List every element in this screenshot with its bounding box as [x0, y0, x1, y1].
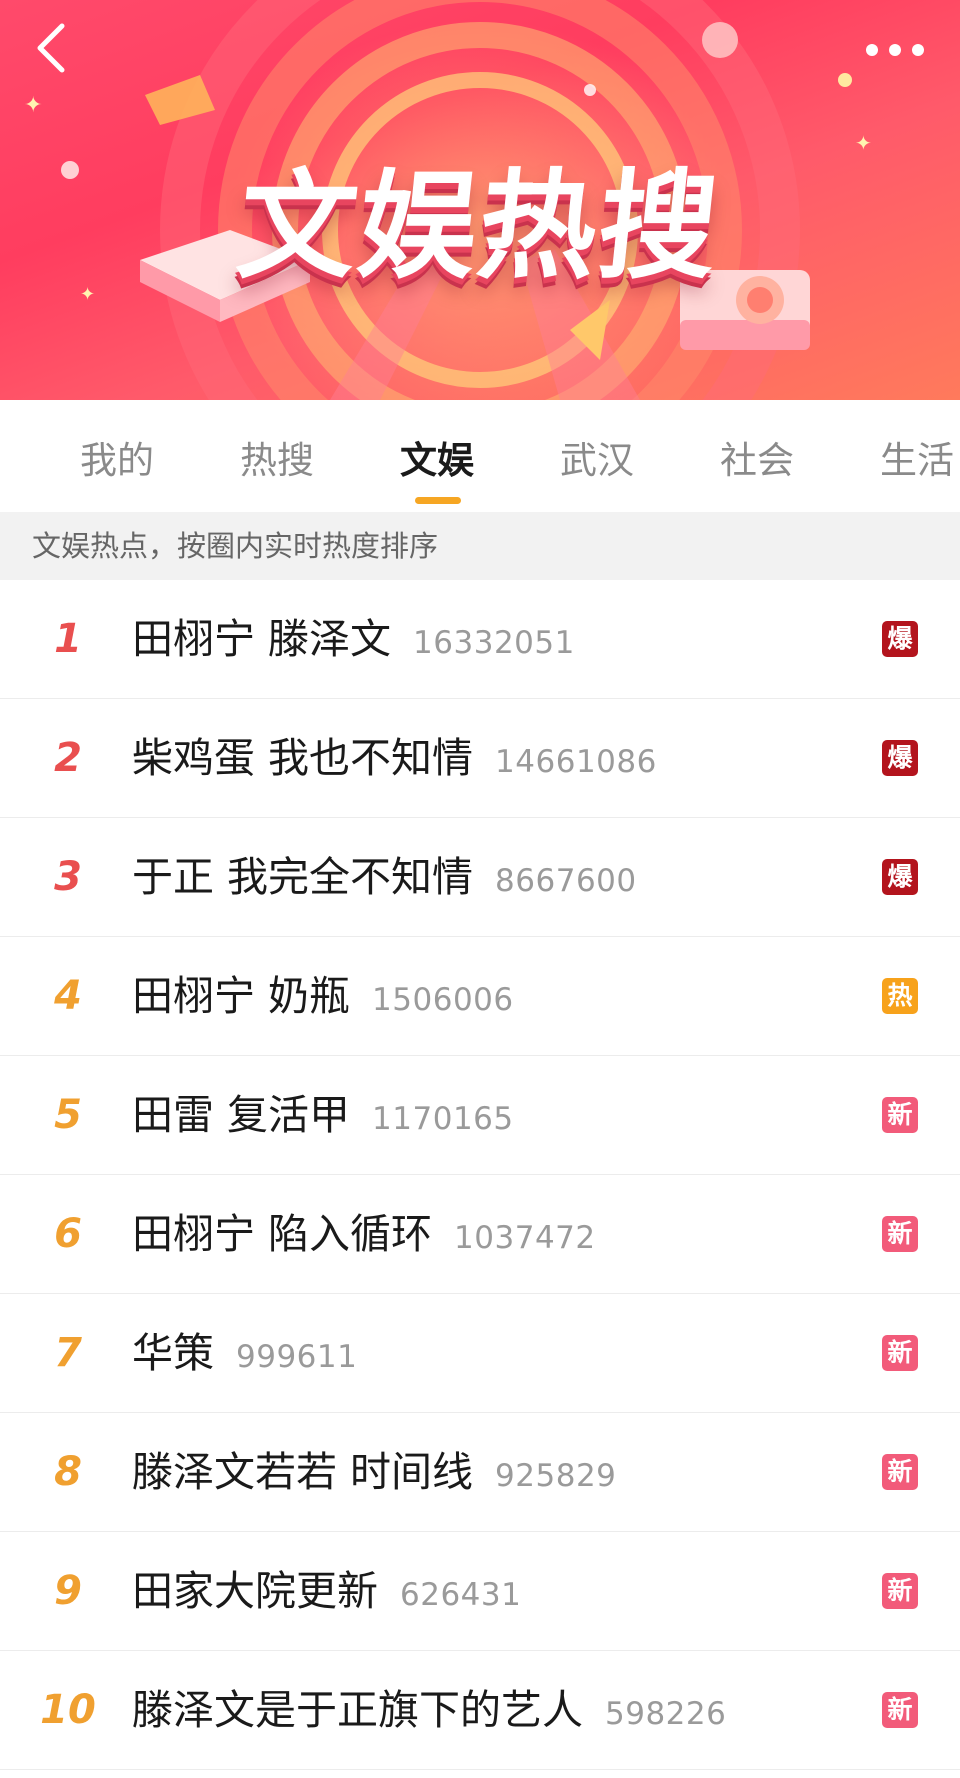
tab-life[interactable]: 生活	[880, 430, 954, 484]
heat-count: 14661086	[495, 744, 657, 780]
list-description: 文娱热点，按圈内实时热度排序	[0, 512, 960, 580]
new-badge: 新	[882, 1573, 918, 1609]
topic-title: 田雷 复活甲	[132, 1091, 351, 1139]
list-item[interactable]: 1 田栩宁 滕泽文 16332051 爆	[0, 580, 960, 699]
tab-mine[interactable]: 我的	[80, 430, 154, 484]
heat-count: 8667600	[495, 863, 637, 899]
new-badge: 新	[882, 1454, 918, 1490]
rank-number: 4	[54, 973, 82, 1019]
heat-count: 1170165	[372, 1101, 514, 1137]
rank-number: 8	[54, 1449, 82, 1495]
new-badge: 新	[882, 1692, 918, 1728]
tab-society[interactable]: 社会	[720, 430, 794, 484]
heat-count: 1506006	[372, 982, 514, 1018]
rank-number: 7	[54, 1330, 82, 1376]
new-badge: 新	[882, 1216, 918, 1252]
list-item[interactable]: 6 田栩宁 陷入循环 1037472 新	[0, 1175, 960, 1294]
heat-count: 598226	[605, 1696, 727, 1732]
list-item[interactable]: 10 滕泽文是于正旗下的艺人 598226 新	[0, 1651, 960, 1770]
heat-count: 999611	[236, 1339, 358, 1375]
explode-badge: 爆	[882, 859, 918, 895]
tab-wuhan[interactable]: 武汉	[560, 430, 634, 484]
more-dots-icon	[866, 44, 924, 56]
active-tab-indicator	[415, 497, 461, 504]
hot-badge: 热	[882, 978, 918, 1014]
topic-title: 田栩宁 滕泽文	[132, 615, 392, 663]
rank-number: 3	[54, 854, 82, 900]
list-item[interactable]: 4 田栩宁 奶瓶 1506006 热	[0, 937, 960, 1056]
heat-count: 925829	[495, 1458, 617, 1494]
list-item[interactable]: 7 华策 999611 新	[0, 1294, 960, 1413]
heat-count: 1037472	[454, 1220, 596, 1256]
rank-number: 9	[54, 1568, 82, 1614]
category-tabs: 我的 热搜 文娱 武汉 社会 生活	[0, 400, 960, 512]
svg-text:✦: ✦	[24, 93, 42, 118]
banner: ✦ ✦ ✦ 文娱热搜	[0, 0, 960, 400]
topic-title: 于正 我完全不知情	[132, 853, 474, 901]
tab-entertainment[interactable]: 文娱	[400, 430, 474, 484]
hot-search-list: 1 田栩宁 滕泽文 16332051 爆 2 柴鸡蛋 我也不知情 14661086 …	[0, 580, 960, 1770]
topic-title: 滕泽文是于正旗下的艺人	[132, 1686, 583, 1734]
list-item[interactable]: 8 滕泽文若若 时间线 925829 新	[0, 1413, 960, 1532]
rank-number: 6	[54, 1211, 82, 1257]
topic-title: 华策	[132, 1329, 214, 1377]
topic-title: 田栩宁 陷入循环	[132, 1210, 433, 1258]
banner-title: 文娱热搜	[231, 157, 727, 295]
heat-count: 16332051	[413, 625, 575, 661]
rank-number: 1	[54, 616, 82, 662]
rank-number: 10	[40, 1687, 96, 1733]
heat-count: 626431	[400, 1577, 522, 1613]
rank-number: 2	[54, 735, 82, 781]
new-badge: 新	[882, 1097, 918, 1133]
list-item[interactable]: 9 田家大院更新 626431 新	[0, 1532, 960, 1651]
explode-badge: 爆	[882, 740, 918, 776]
more-button[interactable]	[860, 30, 930, 70]
chevron-left-icon	[37, 23, 65, 73]
rank-number: 5	[54, 1092, 82, 1138]
explode-badge: 爆	[882, 621, 918, 657]
back-button[interactable]	[26, 20, 82, 76]
topic-title: 田家大院更新	[132, 1567, 378, 1615]
topic-title: 柴鸡蛋 我也不知情	[132, 734, 474, 782]
topic-title: 滕泽文若若 时间线	[132, 1448, 474, 1496]
topic-title: 田栩宁 奶瓶	[132, 972, 351, 1020]
list-item[interactable]: 3 于正 我完全不知情 8667600 爆	[0, 818, 960, 937]
list-item[interactable]: 2 柴鸡蛋 我也不知情 14661086 爆	[0, 699, 960, 818]
tab-hot-search[interactable]: 热搜	[240, 430, 314, 484]
new-badge: 新	[882, 1335, 918, 1371]
list-item[interactable]: 5 田雷 复活甲 1170165 新	[0, 1056, 960, 1175]
